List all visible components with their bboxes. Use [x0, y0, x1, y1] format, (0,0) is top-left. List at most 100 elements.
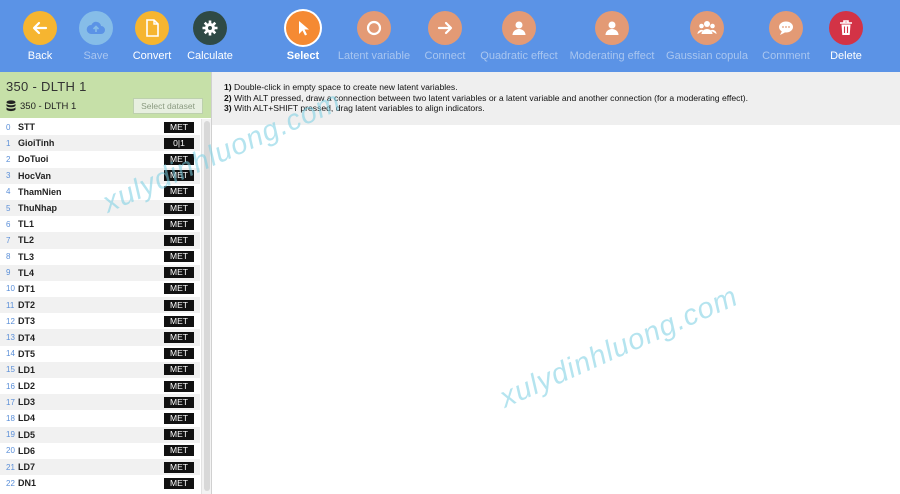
quadratic-effect-label: Quadratic effect: [480, 50, 558, 62]
scrollbar-thumb[interactable]: [204, 121, 210, 491]
variable-type-badge[interactable]: MET: [164, 348, 194, 360]
variable-name: HocVan: [18, 170, 52, 181]
variable-row[interactable]: 10 DT1 MET: [0, 281, 200, 297]
moderating-effect-button[interactable]: Moderating effect: [567, 0, 657, 72]
variable-index: 16: [6, 381, 15, 391]
variable-type-badge[interactable]: MET: [164, 202, 194, 214]
circle-icon: [357, 11, 391, 45]
variable-row[interactable]: 18 LD4 MET: [0, 410, 200, 426]
variable-type-badge[interactable]: MET: [164, 380, 194, 392]
variable-row[interactable]: 9 TL4 MET: [0, 264, 200, 281]
variable-name: LD5: [18, 429, 36, 440]
arrow-right-icon: [428, 11, 462, 45]
moderating-effect-label: Moderating effect: [569, 50, 655, 62]
calculate-button[interactable]: Calculate: [165, 0, 255, 72]
toolbar: Back Save Convert Calculate Select Laten…: [0, 0, 900, 72]
variable-list: 0 STT MET 1 GioiTinh 0|1 2 DoTuoi MET 3 HocVan MET 4…: [0, 119, 200, 494]
variable-row[interactable]: 0 STT MET: [0, 119, 200, 135]
variable-row[interactable]: 14 DT5 MET: [0, 346, 200, 362]
dataset-header: 350 - DLTH 1 350 - DLTH 1 Select dataset: [0, 72, 211, 118]
instructions-panel: 1) Double-click in empty space to create…: [212, 72, 900, 125]
variable-index: 9: [6, 268, 11, 278]
variable-name: LD1: [18, 364, 36, 375]
variable-type-badge[interactable]: MET: [164, 477, 194, 489]
database-icon: [6, 100, 16, 112]
variable-name: LD2: [18, 381, 36, 392]
variable-type-badge[interactable]: MET: [164, 251, 194, 263]
variable-row[interactable]: 19 LD5 MET: [0, 426, 200, 443]
variable-name: TL1: [18, 219, 35, 230]
variable-type-badge[interactable]: MET: [164, 461, 194, 473]
dataset-name-row: 350 - DLTH 1: [6, 100, 76, 112]
variable-type-badge[interactable]: MET: [164, 267, 194, 279]
variable-row[interactable]: 1 GioiTinh 0|1: [0, 135, 200, 152]
variable-row[interactable]: 11 DT2 MET: [0, 297, 200, 314]
variable-name: GioiTinh: [18, 138, 55, 149]
variable-index: 8: [6, 252, 11, 262]
variable-type-badge[interactable]: MET: [164, 315, 194, 327]
user-icon: [595, 11, 629, 45]
dataset-panel: 350 - DLTH 1 350 - DLTH 1 Select dataset…: [0, 72, 212, 494]
variable-index: 20: [6, 446, 15, 456]
gaussian-copula-button[interactable]: Gaussian copula: [662, 0, 752, 72]
variable-row[interactable]: 2 DoTuoi MET: [0, 151, 200, 167]
variable-row[interactable]: 20 LD6 MET: [0, 443, 200, 459]
variable-type-badge[interactable]: MET: [164, 332, 194, 344]
variable-index: 14: [6, 349, 15, 359]
select-dataset-button[interactable]: Select dataset: [133, 98, 203, 114]
gear-icon: [193, 11, 227, 45]
variable-type-badge[interactable]: MET: [164, 364, 194, 376]
variable-type-badge[interactable]: MET: [164, 429, 194, 441]
quadratic-effect-button[interactable]: Quadratic effect: [474, 0, 564, 72]
variable-index: 2: [6, 154, 11, 164]
variable-type-badge[interactable]: MET: [164, 283, 194, 295]
gaussian-copula-label: Gaussian copula: [666, 50, 748, 62]
cursor-icon: [286, 11, 320, 45]
variable-row[interactable]: 8 TL3 MET: [0, 249, 200, 265]
variable-row[interactable]: 12 DT3 MET: [0, 313, 200, 329]
variable-index: 13: [6, 333, 15, 343]
variable-type-badge[interactable]: MET: [164, 299, 194, 311]
variable-type-badge[interactable]: MET: [164, 412, 194, 424]
variable-name: LD4: [18, 413, 36, 424]
variable-type-badge[interactable]: MET: [164, 121, 194, 133]
dataset-title: 350 - DLTH 1: [6, 79, 87, 94]
variable-row[interactable]: 5 ThuNhap MET: [0, 199, 200, 217]
variable-row[interactable]: 6 TL1 MET: [0, 216, 200, 232]
variable-index: 21: [6, 462, 15, 472]
variable-type-badge[interactable]: MET: [164, 186, 194, 198]
variable-row[interactable]: 17 LD3 MET: [0, 394, 200, 411]
variable-row[interactable]: 22 DN1 MET: [0, 475, 200, 491]
user-icon: [502, 11, 536, 45]
variable-type-badge[interactable]: MET: [164, 170, 194, 182]
variable-name: DT4: [18, 332, 36, 343]
variable-row[interactable]: 13 DT4 MET: [0, 329, 200, 346]
instruction-line: 3) With ALT+SHIFT pressed, drag latent v…: [224, 103, 485, 113]
variable-index: 7: [6, 235, 11, 245]
variable-type-badge[interactable]: MET: [164, 445, 194, 457]
delete-button[interactable]: Delete: [801, 0, 891, 72]
variable-row[interactable]: 3 HocVan MET: [0, 167, 200, 184]
variable-row[interactable]: 4 ThamNien MET: [0, 184, 200, 200]
variable-name: LD3: [18, 397, 36, 408]
variable-name: TL3: [18, 251, 35, 262]
trash-icon: [829, 11, 863, 45]
delete-label: Delete: [830, 50, 862, 62]
variable-row[interactable]: 21 LD7 MET: [0, 458, 200, 476]
variable-name: DT2: [18, 300, 36, 311]
model-canvas[interactable]: [212, 125, 900, 494]
variable-type-badge[interactable]: 0|1: [164, 137, 194, 149]
comment-icon: [769, 11, 803, 45]
variable-type-badge[interactable]: MET: [164, 234, 194, 246]
variable-row[interactable]: 16 LD2 MET: [0, 378, 200, 394]
variable-type-badge[interactable]: MET: [164, 153, 194, 165]
variable-index: 5: [6, 203, 11, 213]
variable-row[interactable]: 7 TL2 MET: [0, 232, 200, 249]
variable-name: LD7: [18, 462, 36, 473]
variable-type-badge[interactable]: MET: [164, 396, 194, 408]
variable-index: 12: [6, 316, 15, 326]
variable-list-scrollbar[interactable]: [201, 119, 211, 494]
variable-name: DT5: [18, 348, 36, 359]
variable-row[interactable]: 15 LD1 MET: [0, 361, 200, 378]
variable-type-badge[interactable]: MET: [164, 218, 194, 230]
